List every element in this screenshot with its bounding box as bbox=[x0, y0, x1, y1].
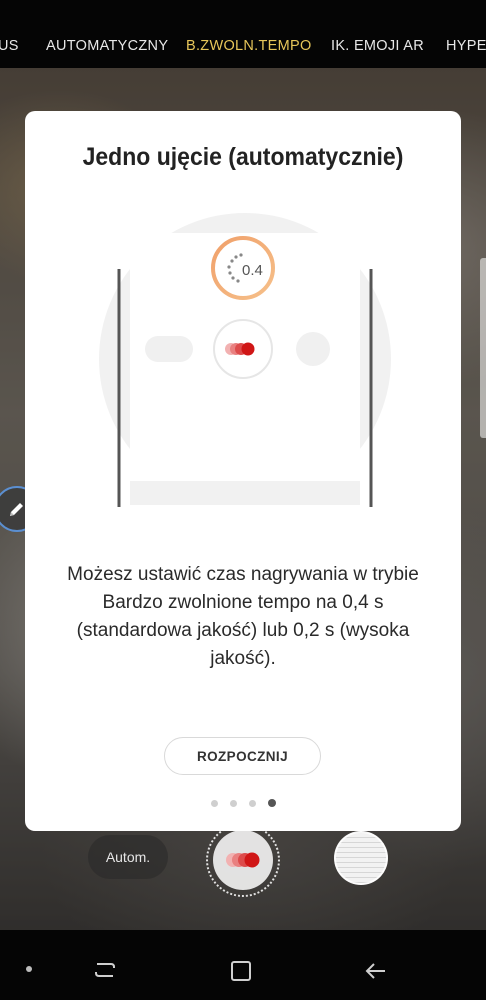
timer-value-text: 0.4 bbox=[242, 262, 263, 279]
nav-hint-dot bbox=[26, 966, 32, 972]
page-dot-3[interactable] bbox=[248, 799, 256, 807]
mode-tab-ar-emoji[interactable]: IK. EMOJI AR bbox=[331, 38, 424, 54]
page-dot-2[interactable] bbox=[229, 799, 237, 807]
dialog-description: Możesz ustawić czas nagrywania w trybie … bbox=[67, 564, 419, 669]
mode-tab-prev[interactable]: US bbox=[0, 38, 19, 54]
page-dot-1[interactable] bbox=[210, 799, 218, 807]
pen-icon bbox=[10, 503, 23, 516]
record-button-inner bbox=[213, 830, 273, 890]
home-icon[interactable] bbox=[230, 960, 252, 982]
gallery-thumbnail[interactable] bbox=[334, 831, 388, 885]
start-button[interactable]: ROZPOCZNIJ bbox=[164, 737, 321, 775]
tutorial-dialog: Jedno ujęcie (automatycznie) 0.4 Możesz … bbox=[25, 111, 461, 831]
mode-tab-hyperlapse[interactable]: HYPE bbox=[446, 38, 486, 54]
record-button[interactable] bbox=[206, 823, 280, 897]
camera-mode-bar: US AUTOMATYCZNY B.ZWOLN.TEMPO IK. EMOJI … bbox=[0, 0, 486, 68]
auto-mode-button[interactable]: Autom. bbox=[88, 835, 168, 879]
recent-apps-icon[interactable] bbox=[93, 960, 117, 980]
super-slow-mo-icon bbox=[226, 852, 260, 868]
dialog-title: Jedno ujęcie (automatycznie) bbox=[82, 143, 404, 171]
back-icon[interactable] bbox=[364, 960, 388, 982]
mode-tab-super-slow-motion[interactable]: B.ZWOLN.TEMPO bbox=[186, 38, 312, 54]
page-dot-4-active[interactable] bbox=[267, 799, 276, 807]
navigation-bar bbox=[0, 930, 486, 1000]
page-indicator bbox=[25, 799, 461, 807]
super-slow-mo-illustration: 0.4 bbox=[99, 213, 391, 507]
edge-panel-handle[interactable] bbox=[480, 258, 486, 438]
mode-tab-automatyczny[interactable]: AUTOMATYCZNY bbox=[46, 38, 168, 54]
